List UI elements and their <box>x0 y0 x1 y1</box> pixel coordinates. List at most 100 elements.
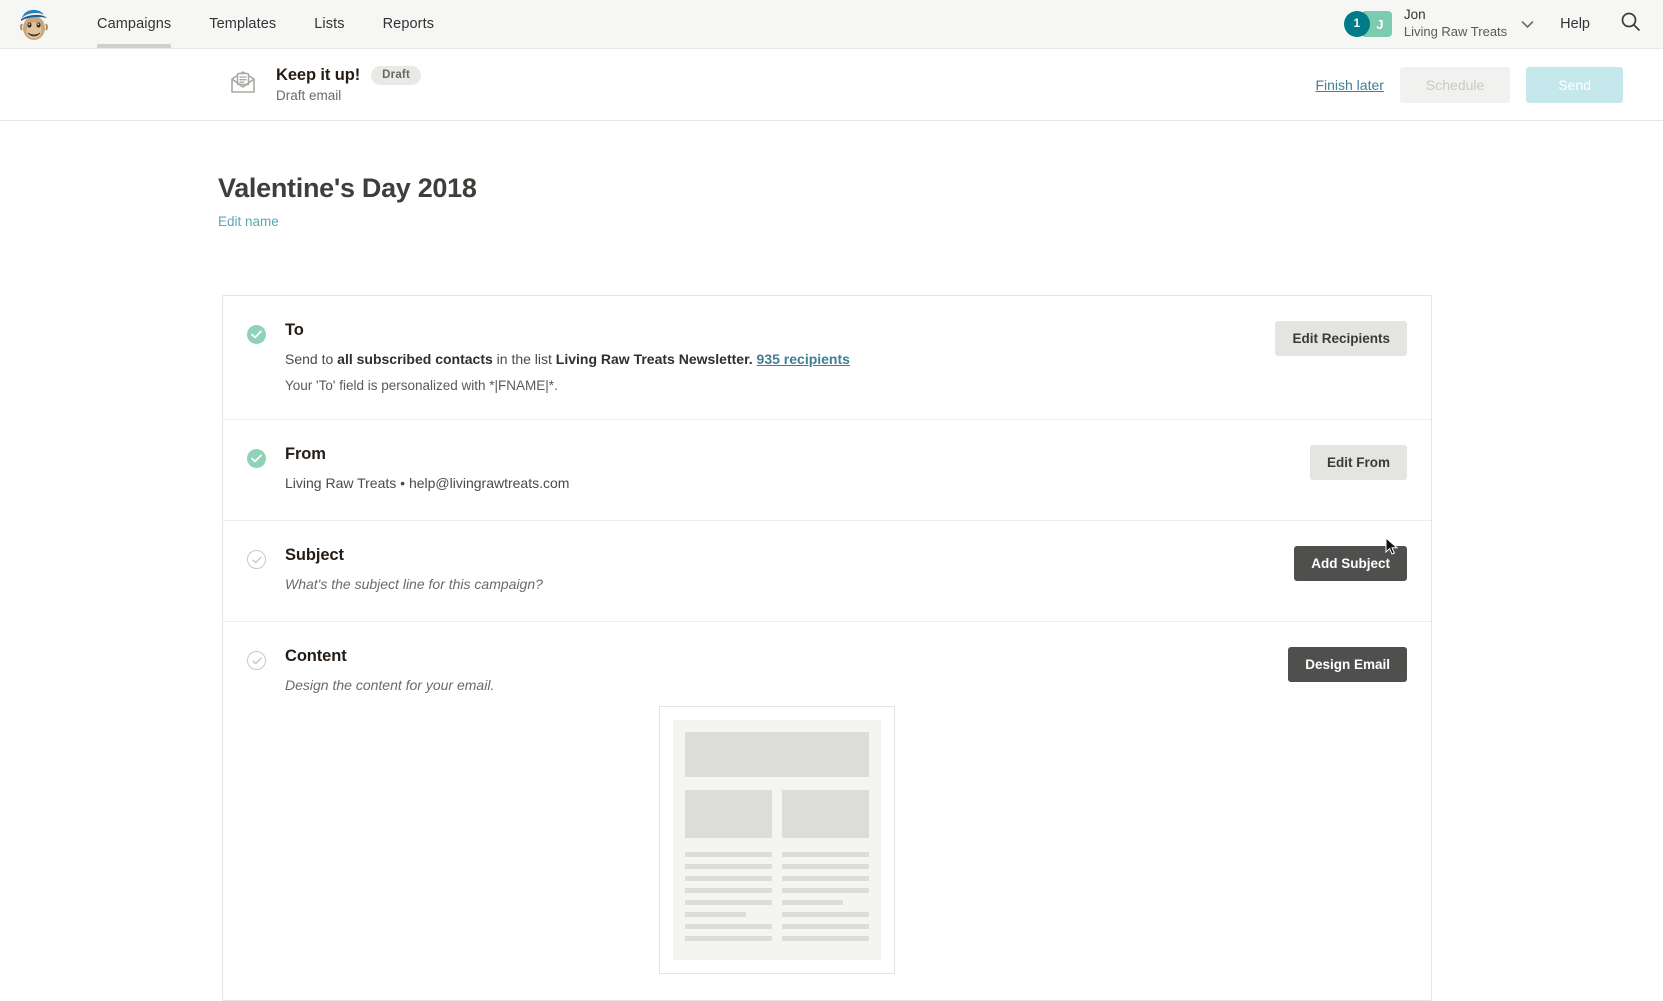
checklist-row-content-body: Content Design the content for your emai… <box>285 647 1268 975</box>
section-title-to: To <box>285 321 304 339</box>
page-content: Valentine's Day 2018 Edit name To Send t… <box>0 121 1663 1001</box>
campaign-subtitle: Draft email <box>276 88 342 103</box>
preview-two-column-blocks <box>684 790 869 839</box>
to-audience-name: all subscribed contacts <box>337 351 493 367</box>
nav-item-templates-label: Templates <box>209 16 277 32</box>
campaign-status-left: Keep it up! Draft Draft email <box>0 66 421 103</box>
preview-text-line <box>781 936 869 942</box>
nav-item-lists[interactable]: Lists <box>295 0 363 48</box>
content-action: Design Email <box>1268 647 1407 683</box>
checklist-row-to: To Send to all subscribed contacts in th… <box>223 296 1431 420</box>
checklist-row-from-body: From Living Raw Treats • help@livingrawt… <box>285 445 1290 495</box>
preview-text-line <box>684 888 772 894</box>
mailchimp-logo[interactable] <box>0 0 62 48</box>
preview-text-line <box>684 900 772 906</box>
email-preview-wrap <box>285 706 1268 975</box>
edit-recipients-button[interactable]: Edit Recipients <box>1275 321 1407 356</box>
mailchimp-freddie-logo-icon <box>20 9 48 40</box>
preview-text-line <box>781 888 869 894</box>
preview-hero-block <box>684 732 869 778</box>
account-user-name: Jon <box>1403 7 1426 23</box>
section-desc-to: Send to all subscribed contacts in the l… <box>285 349 1255 371</box>
help-link[interactable]: Help <box>1560 16 1590 32</box>
preview-text-lines <box>684 852 869 948</box>
nav-item-reports[interactable]: Reports <box>364 0 453 48</box>
send-button[interactable]: Send <box>1526 66 1623 103</box>
edit-from-button[interactable]: Edit From <box>1310 444 1407 480</box>
to-personalization-note: Your 'To' field is personalized with *|F… <box>285 378 1255 393</box>
subject-action: Add Subject <box>1274 537 1407 582</box>
envelope-document-icon <box>228 67 258 102</box>
preview-text-line <box>781 900 843 906</box>
preview-text-line <box>781 876 869 882</box>
preview-column-block <box>781 790 869 839</box>
section-title-subject: Subject <box>285 546 344 565</box>
account-chip[interactable]: 1 J <box>1343 11 1392 37</box>
campaign-status-bar: Keep it up! Draft Draft email Finish lat… <box>0 49 1663 121</box>
campaign-checklist-card: To Send to all subscribed contacts in th… <box>222 295 1432 1001</box>
campaign-title: Keep it up! <box>276 66 361 84</box>
nav-item-templates[interactable]: Templates <box>190 0 295 48</box>
to-action: Edit Recipients <box>1255 321 1407 356</box>
check-circle-outline-icon <box>247 550 266 570</box>
checklist-row-from: From Living Raw Treats • help@livingrawt… <box>223 420 1431 522</box>
add-subject-button[interactable]: Add Subject <box>1294 546 1407 582</box>
top-navigation-bar: Campaigns Templates Lists Reports 1 J Jo… <box>0 0 1663 49</box>
search-icon[interactable] <box>1620 11 1641 37</box>
nav-item-campaigns[interactable]: Campaigns <box>78 0 190 48</box>
section-desc-from: Living Raw Treats • help@livingrawtreats… <box>285 474 570 491</box>
email-preview-inner <box>672 720 881 961</box>
preview-text-line <box>781 864 869 870</box>
preview-text-line <box>684 864 772 870</box>
checklist-row-subject: Subject What's the subject line for this… <box>223 521 1431 623</box>
checklist-row-content: Content Design the content for your emai… <box>223 622 1431 1000</box>
notification-badge[interactable]: 1 <box>1343 11 1370 37</box>
check-circle-outline-icon <box>247 651 266 671</box>
nav-item-lists-label: Lists <box>314 16 345 32</box>
preview-text-column <box>684 852 772 948</box>
to-desc-mid: in the list <box>492 351 556 367</box>
to-merge-tag: *|FNAME|* <box>489 377 555 393</box>
email-preview-thumbnail[interactable] <box>658 706 895 975</box>
campaign-actions: Finish later Schedule Send <box>1315 66 1639 103</box>
to-personalization-post: . <box>554 377 558 393</box>
checklist-row-subject-body: Subject What's the subject line for this… <box>285 546 1274 595</box>
account-info[interactable]: Jon Living Raw Treats <box>1404 7 1507 40</box>
nav-item-campaigns-label: Campaigns <box>97 16 172 32</box>
chevron-down-icon[interactable] <box>1521 18 1534 31</box>
preview-text-column <box>781 852 869 948</box>
section-title-content: Content <box>285 647 347 666</box>
campaign-meta: Keep it up! Draft Draft email <box>276 66 421 103</box>
main-nav-items: Campaigns Templates Lists Reports <box>78 0 453 48</box>
section-desc-content: Design the content for your email. <box>285 677 495 694</box>
preview-text-line <box>781 924 869 930</box>
preview-column-block <box>684 790 772 839</box>
nav-item-reports-label: Reports <box>382 16 435 32</box>
page-title: Valentine's Day 2018 <box>218 173 477 203</box>
schedule-button[interactable]: Schedule <box>1399 66 1511 103</box>
to-list-name: Living Raw Treats Newsletter. <box>555 351 753 367</box>
campaign-title-row: Keep it up! Draft <box>276 66 421 85</box>
to-desc-pre: Send to <box>285 351 338 367</box>
preview-text-line <box>684 936 772 942</box>
preview-text-line <box>684 876 772 882</box>
preview-text-line <box>781 852 869 858</box>
edit-name-link[interactable]: Edit name <box>218 214 279 229</box>
preview-text-line <box>684 852 772 858</box>
preview-text-line <box>781 912 869 918</box>
section-desc-subject: What's the subject line for this campaig… <box>285 576 543 593</box>
design-email-button[interactable]: Design Email <box>1288 647 1407 683</box>
section-title-from: From <box>285 444 326 463</box>
preview-text-line <box>684 924 772 930</box>
checklist-row-to-body: To Send to all subscribed contacts in th… <box>285 321 1255 393</box>
from-action: Edit From <box>1290 444 1407 480</box>
recipients-count-link[interactable]: 935 recipients <box>757 351 850 367</box>
check-circle-filled-icon <box>247 325 266 344</box>
status-badge: Draft <box>371 66 421 85</box>
finish-later-link[interactable]: Finish later <box>1315 77 1383 93</box>
nav-right-cluster: 1 J Jon Living Raw Treats Help <box>1343 0 1663 48</box>
to-personalization-pre: Your 'To' field is personalized with <box>285 377 490 393</box>
check-circle-filled-icon <box>247 448 266 468</box>
preview-text-line <box>684 912 746 918</box>
account-org-name: Living Raw Treats <box>1403 24 1508 40</box>
